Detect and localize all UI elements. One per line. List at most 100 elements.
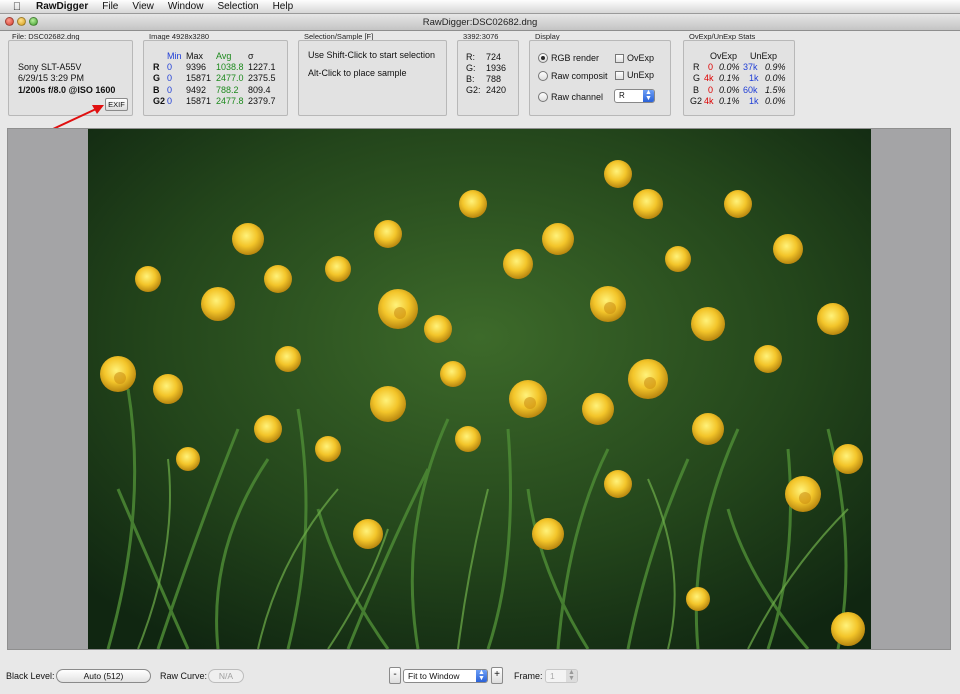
header-min: Min (167, 51, 182, 61)
stat-max: 15871 (186, 73, 212, 83)
stat-min: 0 (167, 62, 173, 72)
stat-channel: G2 (153, 96, 166, 106)
stat-max: 9396 (186, 62, 207, 72)
stat-sigma: 2375.5 (248, 73, 276, 83)
pixel-value: 788 (486, 74, 502, 84)
exp-channel: B (693, 85, 700, 95)
header-ovexp: OvExp (710, 51, 738, 61)
stat-sigma: 809.4 (248, 85, 271, 95)
ov-count: 0 (708, 85, 714, 95)
zoom-select-value: Fit to Window (408, 671, 460, 681)
ovexp-label[interactable]: OvExp (627, 53, 654, 63)
ov-pct: 0.1% (719, 96, 740, 106)
un-count: 1k (749, 73, 759, 83)
raw-composit-radio[interactable] (538, 71, 548, 81)
unexp-label[interactable]: UnExp (627, 70, 654, 80)
exp-channel: R (693, 62, 700, 72)
camera-model: Sony SLT-A55V (18, 62, 82, 72)
stat-sigma: 1227.1 (248, 62, 276, 72)
un-pct: 0.0% (765, 96, 786, 106)
pixel-channel: G2: (466, 85, 481, 95)
exp-channel: G2 (690, 96, 703, 106)
pixel-value: 724 (486, 52, 502, 62)
black-level-label: Black Level: (6, 671, 55, 681)
frame-select[interactable]: 1 ▲ ▼ (545, 669, 578, 683)
select-arrows-icon: ▲ ▼ (566, 669, 577, 682)
header-max: Max (186, 51, 204, 61)
rgb-render-label[interactable]: RGB render (551, 53, 599, 63)
menu-view[interactable]: View (132, 0, 154, 14)
stat-min: 0 (167, 73, 173, 83)
stat-min: 0 (167, 96, 173, 106)
pixel-value: 2420 (486, 85, 507, 95)
stat-max: 9492 (186, 85, 207, 95)
header-avg: Avg (216, 51, 232, 61)
menu-window[interactable]: Window (168, 0, 204, 14)
un-count: 37k (743, 62, 758, 72)
frame-select-value: 1 (550, 671, 555, 681)
menu-app-name[interactable]: RawDigger (36, 0, 88, 14)
raw-image-preview[interactable] (88, 129, 871, 649)
raw-composit-label[interactable]: Raw composit (551, 71, 608, 81)
stat-max: 15871 (186, 96, 212, 106)
minimize-window-button[interactable] (17, 17, 26, 26)
menu-file[interactable]: File (102, 0, 118, 14)
raw-channel-label[interactable]: Raw channel (551, 92, 603, 102)
menu-help[interactable]: Help (273, 0, 294, 14)
un-count: 1k (749, 96, 759, 106)
ov-count: 0 (708, 62, 714, 72)
un-pct: 1.5% (765, 85, 786, 95)
stat-channel: R (153, 62, 160, 72)
un-count: 60k (743, 85, 758, 95)
stat-sigma: 2379.7 (248, 96, 276, 106)
header-unexp: UnExp (750, 51, 778, 61)
zoom-select[interactable]: Fit to Window ▲ ▼ (403, 669, 488, 683)
raw-channel-radio[interactable] (538, 92, 548, 102)
apple-menu-icon[interactable]:  (10, 0, 24, 14)
raw-channel-select-value: R (619, 91, 625, 100)
capture-datetime: 6/29/15 3:29 PM (18, 73, 85, 83)
raw-channel-select[interactable]: R ▲ ▼ (614, 89, 655, 103)
black-level-button[interactable]: Auto (512) (56, 669, 151, 683)
ov-pct: 0.0% (719, 62, 740, 72)
stat-channel: B (153, 85, 160, 95)
window-controls (5, 17, 38, 26)
rgb-render-radio[interactable] (538, 53, 548, 63)
pixel-channel: B: (466, 74, 475, 84)
zoom-window-button[interactable] (29, 17, 38, 26)
header-sigma: σ (248, 51, 254, 61)
stat-avg: 1038.8 (216, 62, 244, 72)
ov-pct: 0.0% (719, 85, 740, 95)
exp-channel: G (693, 73, 701, 83)
menu-selection[interactable]: Selection (217, 0, 258, 14)
stat-avg: 2477.8 (216, 96, 244, 106)
ovexp-checkbox[interactable] (615, 54, 624, 63)
raw-curve-label: Raw Curve: (160, 671, 208, 681)
window-title: RawDigger:DSC02682.dng (422, 17, 538, 28)
pixel-value: 1936 (486, 63, 507, 73)
menu-bar:  RawDigger File View Window Selection H… (0, 0, 960, 14)
ov-pct: 0.1% (719, 73, 740, 83)
zoom-out-button[interactable]: - (389, 667, 401, 684)
daylily-photo (88, 129, 871, 649)
window-title-bar: RawDigger:DSC02682.dng (0, 14, 960, 31)
stat-avg: 2477.0 (216, 73, 244, 83)
raw-curve-button[interactable]: N/A (208, 669, 244, 683)
ov-count: 4k (704, 73, 714, 83)
select-arrows-icon: ▲ ▼ (643, 89, 654, 102)
un-pct: 0.0% (765, 73, 786, 83)
stat-min: 0 (167, 85, 173, 95)
pixel-channel: R: (466, 52, 475, 62)
bottom-toolbar: Black Level: Auto (512) Raw Curve: N/A -… (0, 660, 960, 694)
selection-hint-shift: Use Shift-Click to start selection (308, 50, 436, 60)
ov-count: 4k (704, 96, 714, 106)
select-arrows-icon: ▲ ▼ (476, 669, 487, 682)
zoom-in-button[interactable]: + (491, 667, 503, 684)
frame-label: Frame: (514, 671, 543, 681)
pixel-channel: G: (466, 63, 476, 73)
stat-avg: 788.2 (216, 85, 239, 95)
unexp-checkbox[interactable] (615, 71, 624, 80)
close-window-button[interactable] (5, 17, 14, 26)
un-pct: 0.9% (765, 62, 786, 72)
stat-channel: G (153, 73, 161, 83)
